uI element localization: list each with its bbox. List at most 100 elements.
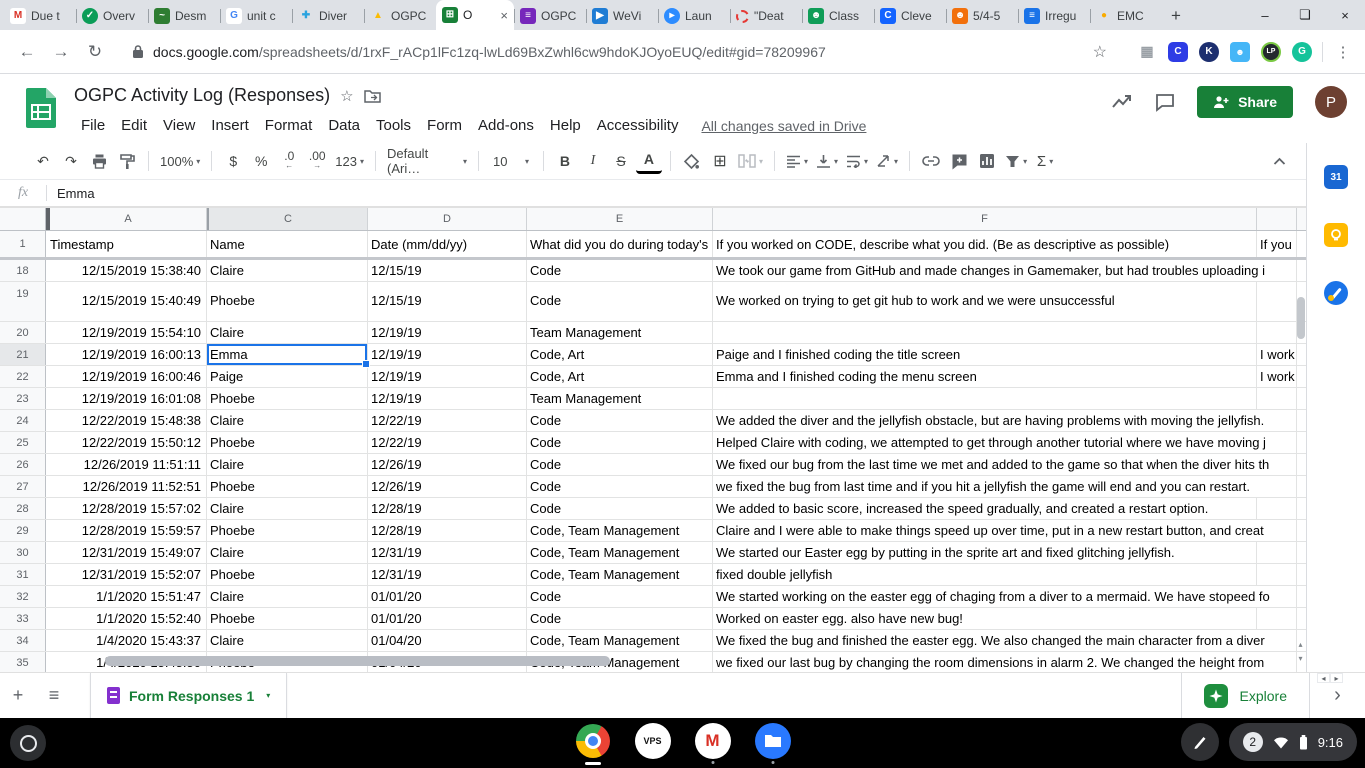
calendar-icon[interactable]: 31	[1324, 165, 1348, 189]
cell-date[interactable]: 12/19/19	[368, 344, 527, 365]
menu-help[interactable]: Help	[543, 114, 588, 137]
document-title[interactable]: OGPC Activity Log (Responses)	[74, 85, 330, 106]
menu-form[interactable]: Form	[420, 114, 469, 137]
header-cell[interactable]: Timestamp	[46, 231, 207, 257]
account-avatar[interactable]: P	[1315, 86, 1347, 118]
browser-tab-dashed[interactable]: "Deat	[730, 2, 802, 30]
column-header-f[interactable]: F	[713, 208, 1257, 230]
scroll-up-arrow[interactable]: ▴	[1295, 638, 1306, 651]
cell-code-description[interactable]: We added the diver and the jellyfish obs…	[713, 410, 1297, 431]
text-wrap-button[interactable]: ▾	[843, 148, 871, 174]
sheet-tab-form-responses[interactable]: Form Responses 1 ▾	[90, 673, 287, 718]
cell-activity[interactable]: Code	[527, 608, 713, 629]
cell-timestamp[interactable]: 12/15/2019 15:38:40	[46, 260, 207, 281]
pin-person-extension-icon[interactable]: ☻	[1230, 42, 1250, 62]
cell-date[interactable]: 01/01/20	[368, 608, 527, 629]
font-select[interactable]: Default (Ari…▾	[384, 148, 470, 174]
extensions-extension-icon[interactable]: ▦	[1137, 42, 1157, 62]
browser-tab-clever[interactable]: CCleve	[874, 2, 946, 30]
comments-icon[interactable]	[1155, 93, 1175, 112]
scroll-left-arrow[interactable]: ◂	[1317, 673, 1330, 683]
fill-color-button[interactable]	[679, 148, 705, 174]
row-header-18[interactable]: 18	[0, 260, 46, 281]
paint-format-button[interactable]	[114, 148, 140, 174]
row-header-21[interactable]: 21	[0, 344, 46, 365]
gmail-app-button[interactable]: M	[695, 723, 731, 759]
cell-code-description[interactable]: Claire and I were able to make things sp…	[713, 520, 1297, 541]
menu-data[interactable]: Data	[321, 114, 367, 137]
vps-app-button[interactable]: VPS	[635, 723, 671, 759]
cell-overflow-g[interactable]	[1257, 564, 1297, 585]
cell-date[interactable]: 12/22/19	[368, 432, 527, 453]
cell-activity[interactable]: Code, Art	[527, 344, 713, 365]
insert-chart-button[interactable]	[974, 148, 1000, 174]
cell-name[interactable]: Claire	[207, 542, 368, 563]
text-color-button[interactable]: A	[636, 148, 662, 174]
cell-date[interactable]: 12/15/19	[368, 282, 527, 321]
cell-code-description[interactable]: we fixed our last bug by changing the ro…	[713, 652, 1297, 672]
browser-tab-forms[interactable]: ≡OGPC	[514, 2, 586, 30]
format-percent-button[interactable]: %	[248, 148, 274, 174]
cell-overflow-g[interactable]	[1257, 388, 1297, 409]
bold-button[interactable]: B	[552, 148, 578, 174]
browser-tab-sprite[interactable]: ✚Diver	[292, 2, 364, 30]
cell-date[interactable]: 12/22/19	[368, 410, 527, 431]
text-rotation-button[interactable]: ▾	[873, 148, 901, 174]
restore-button[interactable]: ❏	[1285, 0, 1325, 30]
cell-name[interactable]: Phoebe	[207, 476, 368, 497]
expand-side-panel-icon[interactable]: ›	[1310, 684, 1365, 707]
column-header-g-partial[interactable]	[1257, 208, 1297, 230]
cell-code-description[interactable]: We took our game from GitHub and made ch…	[713, 260, 1297, 281]
row-header-31[interactable]: 31	[0, 564, 46, 585]
cell-name[interactable]: Phoebe	[207, 388, 368, 409]
cell-activity[interactable]: Code, Team Management	[527, 630, 713, 651]
cell-name[interactable]: Claire	[207, 586, 368, 607]
header-cell[interactable]: Date (mm/dd/yy)	[368, 231, 527, 257]
collapse-toolbar-button[interactable]	[1266, 148, 1292, 174]
cell-overflow-g[interactable]: I work	[1257, 344, 1297, 365]
cell-activity[interactable]: Code	[527, 454, 713, 475]
cell-timestamp[interactable]: 12/31/2019 15:52:07	[46, 564, 207, 585]
header-cell[interactable]: If you	[1257, 231, 1297, 257]
cell-code-description[interactable]: Worked on easter egg. also have new bug!	[713, 608, 1257, 629]
saved-status[interactable]: All changes saved in Drive	[701, 118, 866, 134]
grammarly-extension-icon[interactable]: G	[1292, 42, 1312, 62]
menu-accessibility[interactable]: Accessibility	[590, 114, 686, 137]
cell-timestamp[interactable]: 1/1/2020 15:52:40	[46, 608, 207, 629]
menu-file[interactable]: File	[74, 114, 112, 137]
insert-link-button[interactable]	[918, 148, 944, 174]
cell-code-description[interactable]: we fixed the bug from last time and if y…	[713, 476, 1297, 497]
row-header-26[interactable]: 26	[0, 454, 46, 475]
column-header-e[interactable]: E	[527, 208, 713, 230]
browser-tab-zoom[interactable]: ▸Laun	[658, 2, 730, 30]
horizontal-scrollbar[interactable]	[105, 656, 610, 666]
cell-code-description[interactable]: fixed double jellyfish	[713, 564, 1257, 585]
cell-date[interactable]: 12/19/19	[368, 322, 527, 343]
header-cell[interactable]: What did you do during today's	[527, 231, 713, 257]
row-header-30[interactable]: 30	[0, 542, 46, 563]
minimize-button[interactable]: –	[1245, 0, 1285, 30]
cell-date[interactable]: 12/31/19	[368, 564, 527, 585]
browser-tab-docs[interactable]: ≡Irregu	[1018, 2, 1090, 30]
cell-activity[interactable]: Code	[527, 260, 713, 281]
header-cell[interactable]: Name	[207, 231, 368, 257]
column-header-d[interactable]: D	[368, 208, 527, 230]
stylus-tools-button[interactable]	[1181, 723, 1219, 761]
address-bar[interactable]: docs.google.com/spreadsheets/d/1rxF_rACp…	[120, 37, 1129, 67]
sheet-tab-menu-icon[interactable]: ▾	[266, 691, 270, 700]
row-header-34[interactable]: 34	[0, 630, 46, 651]
cell-timestamp[interactable]: 12/26/2019 11:51:11	[46, 454, 207, 475]
cell-name[interactable]: Paige	[207, 366, 368, 387]
cell-activity[interactable]: Code	[527, 498, 713, 519]
cell-activity[interactable]: Code, Team Management	[527, 542, 713, 563]
cell-activity[interactable]: Code, Team Management	[527, 520, 713, 541]
cell-activity[interactable]: Code	[527, 410, 713, 431]
browser-tab-contacts[interactable]: ☻5/4-5	[946, 2, 1018, 30]
cell-code-description[interactable]: Emma and I finished coding the menu scre…	[713, 366, 1257, 387]
zoom-select[interactable]: 100%▾	[157, 148, 203, 174]
move-folder-icon[interactable]	[364, 89, 381, 103]
cell-date[interactable]: 12/15/19	[368, 260, 527, 281]
insert-comment-button[interactable]	[946, 148, 972, 174]
cell-overflow-g[interactable]	[1257, 608, 1297, 629]
cell-timestamp[interactable]: 12/19/2019 16:01:08	[46, 388, 207, 409]
